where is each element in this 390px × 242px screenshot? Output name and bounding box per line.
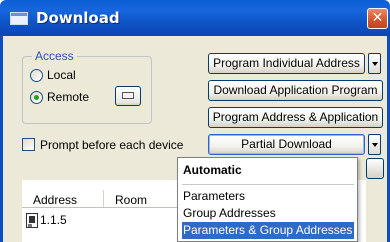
menu-item-parameters-group-addresses[interactable]: Parameters & Group Addresses [182,222,354,239]
menu-separator [182,184,354,185]
local-radio-label[interactable]: Local [47,68,76,82]
window-title: Download [36,9,120,27]
partial-download-menu: Automatic Parameters Group Addresses Par… [177,157,358,242]
download-dialog: Download ✕ Access Local Remote Prompt be… [0,0,390,242]
partial-download-button[interactable]: Partial Download [208,134,365,155]
column-separator[interactable] [103,190,104,207]
program-dropdown-arrow[interactable] [368,53,381,74]
remote-settings-button[interactable] [115,86,141,106]
window-icon [10,12,28,25]
remote-radio[interactable] [30,91,43,104]
access-legend: Access [32,49,77,63]
prompt-checkbox[interactable] [22,138,35,151]
menu-item-parameters[interactable]: Parameters [182,188,354,205]
partial-download-dropdown-arrow[interactable] [368,134,381,155]
local-radio[interactable] [30,69,43,82]
title-bar[interactable]: Download ✕ [0,0,390,36]
column-header-address[interactable]: Address [33,193,77,207]
header-divider [22,207,182,208]
device-settings-icon [122,92,134,99]
obscured-button[interactable] [366,158,384,179]
device-address[interactable]: 1.1.5 [40,213,67,227]
column-header-room[interactable]: Room [115,193,147,207]
remote-radio-label[interactable]: Remote [47,90,89,104]
prompt-checkbox-label[interactable]: Prompt before each device [40,138,183,152]
program-address-application-button[interactable]: Program Address & Application [208,107,383,128]
menu-item-group-addresses[interactable]: Group Addresses [182,205,354,222]
menu-item-automatic[interactable]: Automatic [182,162,354,179]
close-button[interactable]: ✕ [367,8,388,29]
download-application-program-button[interactable]: Download Application Program [208,80,383,101]
device-icon [26,213,38,228]
program-individual-address-button[interactable]: Program Individual Address [208,53,365,74]
